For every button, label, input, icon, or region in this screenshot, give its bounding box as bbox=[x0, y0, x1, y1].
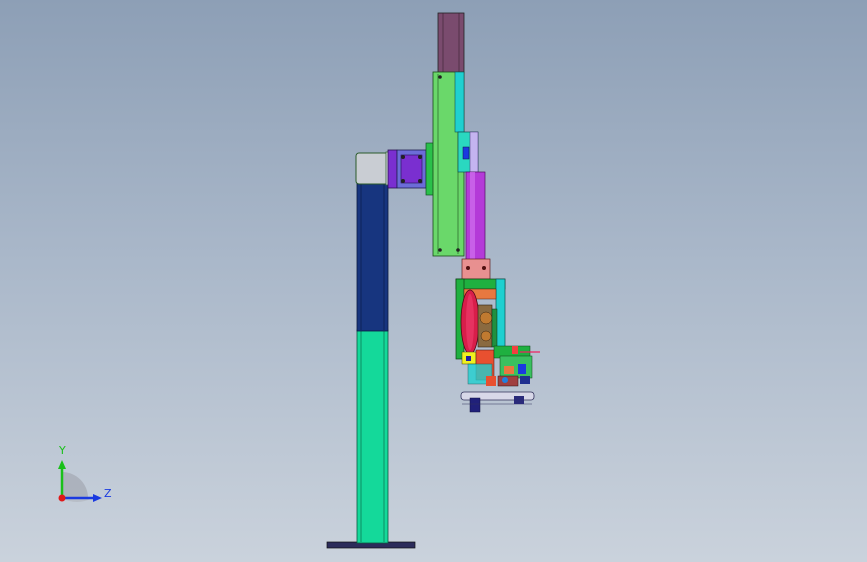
coupling bbox=[461, 258, 491, 280]
z-axis-label: Z bbox=[104, 487, 112, 500]
x-axis-dot bbox=[58, 494, 66, 502]
column-cap bbox=[355, 152, 390, 185]
slide-carriage bbox=[454, 71, 465, 133]
column-upper bbox=[356, 182, 389, 332]
y-axis-label: Y bbox=[58, 444, 66, 457]
tool-head bbox=[455, 278, 540, 413]
cad-viewport[interactable]: Y Z bbox=[0, 0, 867, 562]
coordinate-triad: Y Z bbox=[58, 444, 112, 503]
adapter-plate bbox=[387, 149, 398, 189]
vertical-slide-motor bbox=[437, 12, 465, 74]
purple-shaft bbox=[465, 171, 486, 261]
column-lower bbox=[356, 329, 389, 544]
side-view-model[interactable] bbox=[0, 0, 867, 562]
